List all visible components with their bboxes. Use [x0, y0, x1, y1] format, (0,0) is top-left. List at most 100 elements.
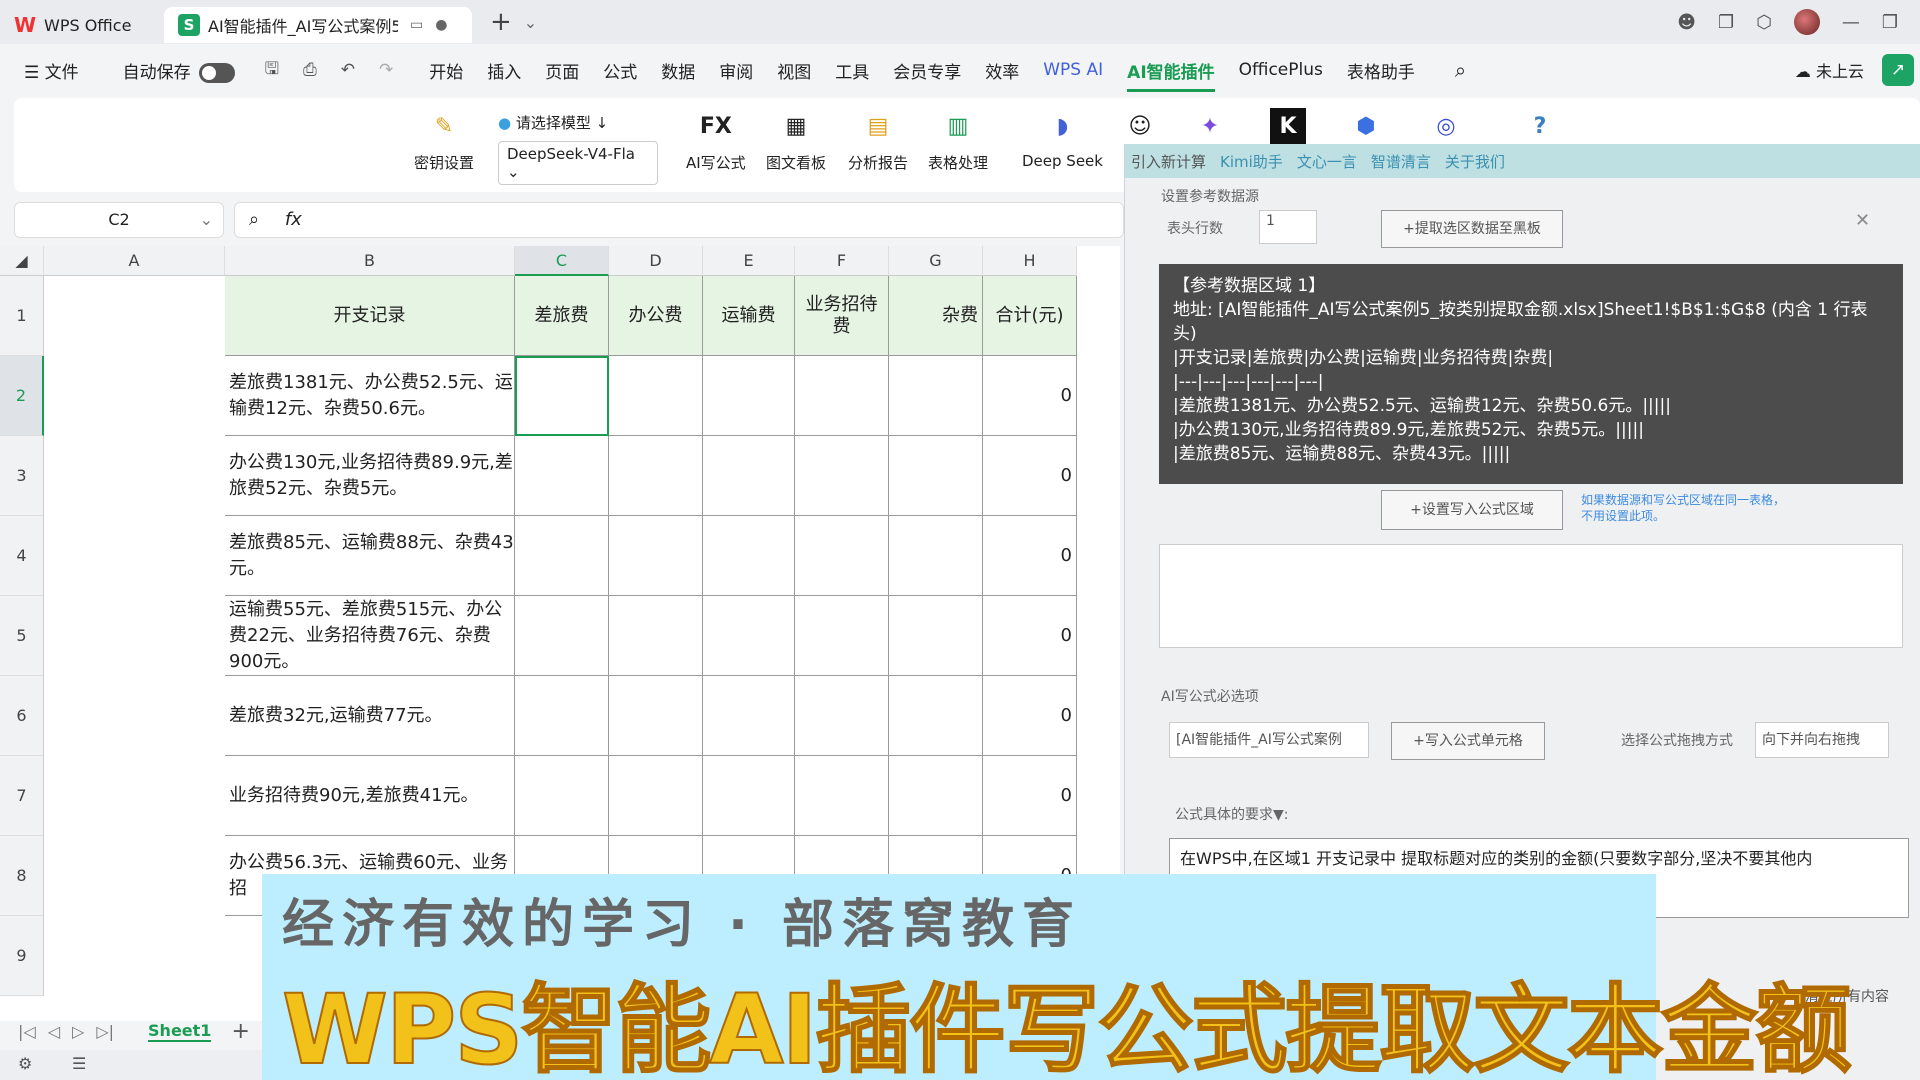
add-sheet-icon[interactable]: +: [231, 1019, 249, 1044]
menu-tab-page[interactable]: 页面: [545, 58, 579, 83]
menu-tab-member[interactable]: 会员专享: [893, 58, 961, 83]
column-header-h[interactable]: H: [983, 246, 1077, 276]
monitor-icon[interactable]: ▭: [410, 17, 423, 33]
menu-tab-start[interactable]: 开始: [429, 58, 463, 83]
record-cell[interactable]: 运输费55元、差旅费515元、办公费22元、业务招待费76元、杂费900元。: [225, 596, 515, 676]
new-tab-icon[interactable]: +: [490, 7, 512, 37]
search-icon[interactable]: ⌕: [1455, 58, 1466, 82]
cell[interactable]: [703, 756, 795, 836]
row-header-5[interactable]: 5: [0, 596, 44, 676]
ai-formula-button[interactable]: FX AI写公式: [686, 108, 746, 173]
row-header-4[interactable]: 4: [0, 516, 44, 596]
last-sheet-icon[interactable]: ▷|: [96, 1022, 114, 1041]
row-header-8[interactable]: 8: [0, 836, 44, 916]
column-header-b[interactable]: B: [225, 246, 515, 276]
column-header-f[interactable]: F: [795, 246, 889, 276]
prev-sheet-icon[interactable]: ◁: [48, 1022, 60, 1041]
record-cell[interactable]: 差旅费85元、运输费88元、杂费43元。: [225, 516, 515, 596]
row-header-2[interactable]: 2: [0, 356, 44, 436]
cell[interactable]: [889, 676, 983, 756]
column-header-d[interactable]: D: [609, 246, 703, 276]
cell[interactable]: [609, 516, 703, 596]
panel-tab-new[interactable]: 引入新计算: [1131, 151, 1206, 172]
share-icon[interactable]: ↗: [1882, 54, 1914, 86]
header-cell-travel[interactable]: 差旅费: [515, 276, 609, 356]
menu-tab-wps-ai[interactable]: WPS AI: [1043, 60, 1103, 80]
total-cell[interactable]: 0: [983, 516, 1077, 596]
select-all-corner[interactable]: ◢: [0, 246, 44, 276]
total-cell[interactable]: 0: [983, 596, 1077, 676]
header-cell-records[interactable]: 开支记录: [225, 276, 515, 356]
menu-tab-efficiency[interactable]: 效率: [985, 58, 1019, 83]
cell[interactable]: [795, 356, 889, 436]
cell[interactable]: [515, 756, 609, 836]
assistant-icon[interactable]: ☻: [1677, 12, 1696, 33]
column-header-a[interactable]: A: [44, 246, 225, 276]
document-tab[interactable]: S AI智能插件_AI写公式案例5 ▭ ●: [164, 7, 472, 43]
restore-icon[interactable]: ❐: [1882, 12, 1898, 33]
write-area-box[interactable]: [1159, 544, 1903, 648]
cell[interactable]: [795, 756, 889, 836]
cell[interactable]: [889, 516, 983, 596]
cell[interactable]: [795, 436, 889, 516]
cell[interactable]: [609, 676, 703, 756]
row-header-9[interactable]: 9: [0, 916, 44, 996]
header-cell-transport[interactable]: 运输费: [703, 276, 795, 356]
menu-tab-formula[interactable]: 公式: [603, 58, 637, 83]
header-cell-total[interactable]: 合计(元): [983, 276, 1077, 356]
panel-tab-about[interactable]: 关于我们: [1445, 151, 1505, 172]
menu-tab-view[interactable]: 视图: [777, 58, 811, 83]
close-icon[interactable]: ✕: [1855, 210, 1870, 231]
cell[interactable]: [795, 596, 889, 676]
autosave-toggle[interactable]: 自动保存: [123, 58, 235, 83]
save-icon[interactable]: 🖫: [265, 56, 279, 85]
row-header-6[interactable]: 6: [0, 676, 44, 756]
autosave-switch[interactable]: [198, 62, 235, 83]
cell[interactable]: [889, 436, 983, 516]
row-header-1[interactable]: 1: [0, 276, 44, 356]
cell[interactable]: [609, 356, 703, 436]
header-cell-office[interactable]: 办公费: [609, 276, 703, 356]
column-header-e[interactable]: E: [703, 246, 795, 276]
cell[interactable]: [609, 436, 703, 516]
deepseek-button[interactable]: ◗ Deep Seek: [1022, 108, 1103, 171]
tab-list-chevron-icon[interactable]: ⌄: [524, 13, 537, 32]
cell[interactable]: [703, 356, 795, 436]
cell[interactable]: [609, 756, 703, 836]
cell[interactable]: [703, 436, 795, 516]
panel-tab-zhipu[interactable]: 智谱清言: [1371, 151, 1431, 172]
print-icon[interactable]: ⎙: [303, 60, 317, 80]
sheet-tab-sheet1[interactable]: Sheet1: [148, 1021, 212, 1042]
wps-home-tab[interactable]: W WPS Office: [0, 7, 156, 43]
menu-tab-ai-plugin[interactable]: AI智能插件: [1127, 58, 1215, 92]
menu-tab-review[interactable]: 审阅: [719, 58, 753, 83]
header-cell-misc[interactable]: 杂费: [889, 276, 983, 356]
cell[interactable]: [795, 516, 889, 596]
menu-tab-table-helper[interactable]: 表格助手: [1347, 58, 1415, 83]
row-header-7[interactable]: 7: [0, 756, 44, 836]
menu-tab-tools[interactable]: 工具: [835, 58, 869, 83]
cell[interactable]: [515, 596, 609, 676]
zoom-icon[interactable]: ⌕: [249, 209, 259, 230]
undo-icon[interactable]: ↶: [341, 60, 355, 80]
redo-icon[interactable]: ↷: [379, 60, 393, 80]
minimize-icon[interactable]: —: [1842, 12, 1860, 33]
total-cell[interactable]: 0: [983, 436, 1077, 516]
cell[interactable]: [703, 676, 795, 756]
avatar[interactable]: [1793, 9, 1820, 35]
active-cell-c2[interactable]: [515, 356, 609, 436]
set-write-area-button[interactable]: +设置写入公式区域: [1381, 490, 1563, 530]
macro-icon[interactable]: ⚙: [18, 1054, 32, 1073]
cube-icon[interactable]: ⬡: [1756, 12, 1772, 33]
layout-icon[interactable]: ☰: [72, 1054, 86, 1073]
close-tab-icon[interactable]: ●: [435, 17, 447, 33]
menu-tab-insert[interactable]: 插入: [487, 58, 521, 83]
next-sheet-icon[interactable]: ▷: [72, 1022, 84, 1041]
panel-tab-wenxin[interactable]: 文心一言: [1297, 151, 1357, 172]
file-input[interactable]: [AI智能插件_AI写公式案例: [1169, 722, 1369, 758]
record-cell[interactable]: 差旅费32元,运输费77元。: [225, 676, 515, 756]
panel-tab-kimi[interactable]: Kimi助手: [1220, 151, 1283, 172]
menu-file[interactable]: ☰ 文件: [24, 58, 79, 83]
model-selector[interactable]: ● 请选择模型 ↓ DeepSeek-V4-Fla ⌄: [498, 112, 658, 185]
key-settings-button[interactable]: ✎ 密钥设置: [414, 108, 474, 173]
